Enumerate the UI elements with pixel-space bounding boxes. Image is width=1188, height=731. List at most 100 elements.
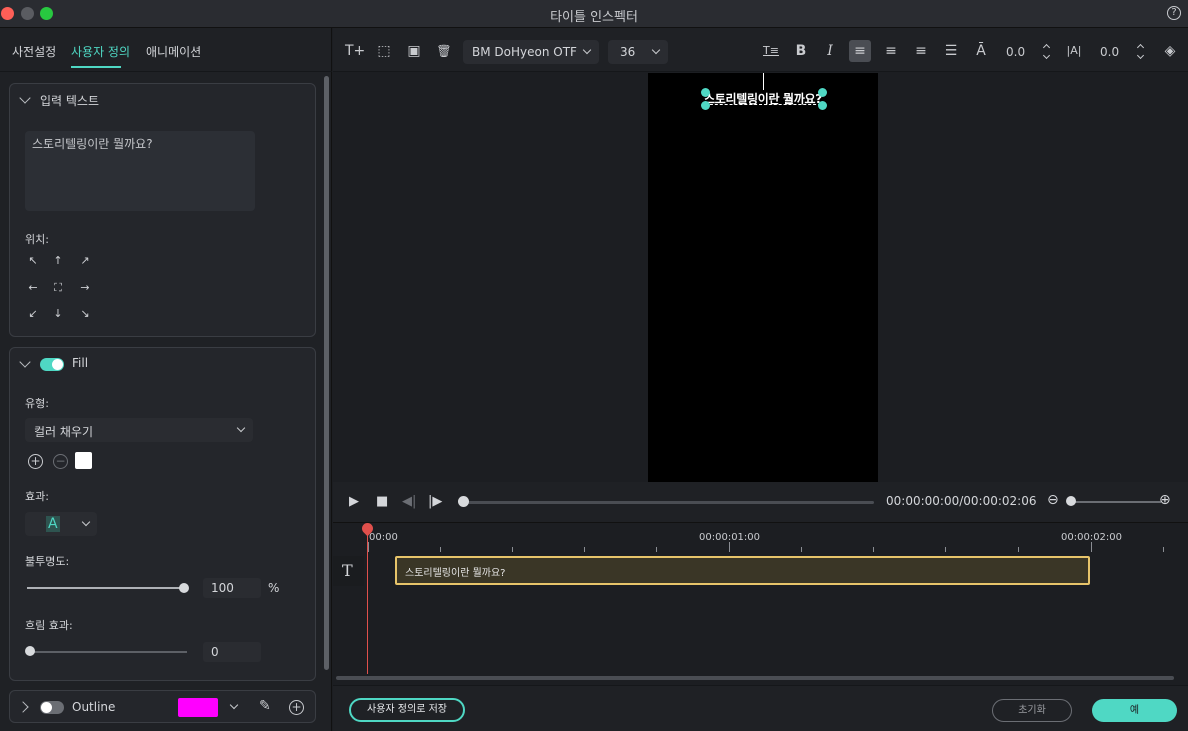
outline-toggle[interactable]	[40, 701, 64, 714]
timeline-scrollbar[interactable]	[336, 676, 1174, 680]
fill-header[interactable]: Fill	[10, 348, 315, 380]
resize-handle-bl[interactable]	[701, 101, 710, 110]
text-clip[interactable]: 스토리텔링이란 뭘까요?	[395, 556, 1090, 585]
chevron-down-icon	[582, 45, 592, 55]
resize-handle-tl[interactable]	[701, 88, 710, 97]
zoom-out-icon[interactable]: ⊖	[1047, 492, 1059, 508]
reset-button[interactable]: 초기화	[992, 699, 1072, 722]
position-label: 위치:	[25, 233, 49, 246]
clip-label: 스토리텔링이란 뭘까요?	[405, 568, 506, 579]
stop-icon[interactable]: ■	[376, 494, 388, 509]
align-right-icon[interactable]: ≡	[912, 42, 930, 60]
progress-handle[interactable]	[458, 496, 469, 507]
effect-select[interactable]: A	[25, 512, 97, 536]
bold-icon[interactable]: B	[792, 42, 810, 60]
font-size-value: 36	[620, 45, 636, 59]
chevron-down-icon[interactable]	[229, 700, 239, 710]
text-input-area[interactable]: 스토리텔링이란 뭘까요?	[25, 131, 255, 211]
add-text-icon[interactable]: T+	[345, 42, 365, 60]
font-select[interactable]: BM DoHyeon OTF	[463, 40, 599, 64]
layers-icon[interactable]: ◈	[1161, 42, 1179, 60]
align-left-icon[interactable]: ←	[25, 280, 41, 296]
effect-label: 효과:	[25, 490, 49, 503]
opacity-slider-handle[interactable]	[179, 583, 189, 593]
input-text-header[interactable]: 입력 텍스트	[10, 84, 315, 116]
text-style-icon[interactable]: T≡	[762, 42, 780, 60]
align-bottom-right-icon[interactable]: ↘	[77, 306, 93, 322]
font-size-select[interactable]: 36	[608, 40, 668, 64]
time-ruler[interactable]: 00:00 00:00:01:00 00:00:02:00	[333, 523, 1188, 553]
align-center-icon[interactable]: ⛶	[50, 280, 66, 296]
tab-custom[interactable]: 사용자 정의	[71, 43, 130, 60]
line-spacing-value[interactable]: 0.0	[1006, 45, 1025, 59]
crop-icon[interactable]: ⬚	[375, 42, 393, 60]
text-toolbar: T+ ⬚ ▣ 🗑 BM DoHyeon OTF 36 T≡ B I ≡ ≡ ≡ …	[333, 28, 1188, 72]
fill-toggle[interactable]	[40, 358, 64, 371]
chevron-down-icon	[19, 356, 31, 368]
ruler-label: 00:00	[369, 532, 398, 543]
add-color-icon[interactable]: +	[28, 454, 43, 469]
align-center-icon[interactable]: ≡	[882, 42, 900, 60]
zoom-in-icon[interactable]: ⊕	[1159, 492, 1171, 508]
resize-handle-tr[interactable]	[818, 88, 827, 97]
align-top-right-icon[interactable]: ↗	[77, 253, 93, 269]
save-custom-button[interactable]: 사용자 정의로 저장	[349, 698, 465, 722]
input-text-section: 입력 텍스트 스토리텔링이란 뭘까요? 위치: ↖ ↑ ↗ ← ⛶ → ↙ ↓ …	[9, 83, 316, 337]
chevron-down-icon	[651, 45, 661, 55]
type-label: 유형:	[25, 397, 49, 410]
active-tab-indicator	[71, 66, 121, 68]
line-spacing-icon[interactable]: Ā	[972, 42, 990, 60]
remove-color-icon[interactable]: −	[53, 454, 68, 469]
font-value: BM DoHyeon OTF	[472, 45, 577, 59]
help-icon[interactable]: ?	[1167, 6, 1181, 20]
outline-color-swatch[interactable]	[178, 698, 218, 717]
italic-icon[interactable]: I	[821, 42, 839, 60]
trash-icon[interactable]: 🗑	[435, 42, 453, 60]
kerning-value[interactable]: 0.0	[1100, 45, 1119, 59]
line-spacing-stepper[interactable]	[1042, 41, 1052, 63]
align-right-icon[interactable]: →	[77, 280, 93, 296]
fill-color-swatch[interactable]	[75, 452, 92, 469]
fill-type-select[interactable]: 컬러 채우기	[25, 418, 253, 442]
tab-bar: 사전설정 사용자 정의 애니메이션	[0, 28, 332, 72]
blur-slider-handle[interactable]	[25, 646, 35, 656]
opacity-input[interactable]: 100	[203, 578, 261, 598]
left-scrollbar[interactable]	[324, 76, 329, 670]
align-bottom-icon[interactable]: ↓	[50, 306, 66, 322]
image-icon[interactable]: ▣	[405, 42, 423, 60]
footer: 사용자 정의로 저장 초기화 예	[333, 685, 1188, 731]
zoom-handle[interactable]	[1066, 496, 1076, 506]
text-track-icon: T	[342, 561, 353, 580]
playhead[interactable]	[367, 529, 368, 674]
kerning-icon[interactable]: |A|	[1065, 42, 1083, 60]
selection-box	[705, 92, 821, 105]
progress-track[interactable]	[464, 501, 874, 504]
align-top-icon[interactable]: ↑	[50, 253, 66, 269]
play-icon[interactable]: ▶	[349, 494, 359, 509]
add-outline-icon[interactable]: +	[289, 700, 304, 715]
fill-type-value: 컬러 채우기	[34, 425, 94, 439]
text-track-header: T	[333, 556, 364, 586]
playback-bar: ▶ ■ ◀| |▶ 00:00:00:00/00:00:02:06 ⊖ ⊕	[333, 482, 1188, 522]
previous-frame-icon[interactable]: ◀|	[402, 494, 416, 509]
opacity-unit: %	[268, 581, 280, 595]
blur-input[interactable]: 0	[203, 642, 261, 662]
align-left-icon[interactable]: ≡	[849, 40, 871, 62]
ok-button[interactable]: 예	[1092, 699, 1177, 722]
tab-animation[interactable]: 애니메이션	[146, 43, 201, 60]
opacity-slider[interactable]	[27, 587, 184, 589]
input-text-title: 입력 텍스트	[40, 94, 100, 108]
timeline: 00:00 00:00:01:00 00:00:02:00 T 스토리텔링이란 …	[333, 520, 1188, 685]
align-bottom-left-icon[interactable]: ↙	[25, 306, 41, 322]
next-frame-icon[interactable]: |▶	[428, 494, 442, 509]
video-canvas[interactable]: 스토리텔링이란 뭘까요?	[648, 73, 878, 482]
blur-slider[interactable]	[27, 651, 187, 653]
eyedropper-icon[interactable]: ✎	[259, 698, 271, 714]
kerning-stepper[interactable]	[1136, 41, 1146, 63]
zoom-slider[interactable]	[1073, 501, 1161, 503]
chevron-right-icon[interactable]	[17, 701, 29, 713]
align-top-left-icon[interactable]: ↖	[25, 253, 41, 269]
tab-presets[interactable]: 사전설정	[12, 43, 56, 60]
justify-icon[interactable]: ☰	[942, 42, 960, 60]
resize-handle-br[interactable]	[818, 101, 827, 110]
